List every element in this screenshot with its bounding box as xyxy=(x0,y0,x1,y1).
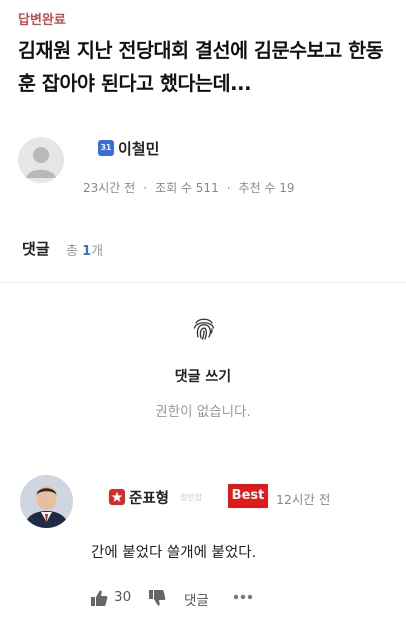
ruling-party-badge-icon xyxy=(109,489,125,505)
comments-header: 댓글 xyxy=(22,240,50,258)
comments-count-prefix: 총 xyxy=(66,244,83,259)
meta-separator: · xyxy=(143,181,148,195)
comment-avatar[interactable] xyxy=(20,475,73,528)
comments-count-suffix: 개 xyxy=(91,244,104,259)
post-title: 김재원 지난 전당대회 결선에 김문수보고 한동훈 잡아야 된다고 했다는데..… xyxy=(18,39,384,95)
author-name[interactable]: 이철민 xyxy=(118,138,159,159)
comment-item: 준표형 정반합 Best 12시간 전 간에 붙었다 쓸개에 붙었다. 30 댓… xyxy=(20,475,400,615)
comment-author-sub: 정반합 xyxy=(180,493,203,502)
status-tag: 답변완료 xyxy=(18,13,66,28)
post-time: 23시간 전 xyxy=(83,181,136,195)
comments-count-number: 1 xyxy=(82,244,92,259)
write-comment-label: 댓글 쓰기 xyxy=(174,369,232,385)
comment-text: 간에 붙었다 쓸개에 붙었다. xyxy=(91,545,257,561)
level-badge: 31 xyxy=(98,140,114,156)
no-permission-message: 권한이 없습니다. xyxy=(155,404,251,420)
like-count: 30 xyxy=(114,589,132,605)
view-count: 조회 수 511 xyxy=(155,181,219,195)
divider xyxy=(0,282,406,283)
thumbs-down-icon[interactable] xyxy=(148,589,166,607)
avatar[interactable] xyxy=(18,137,64,183)
default-avatar-icon xyxy=(26,147,56,178)
recommend-count: 추천 수 19 xyxy=(238,181,295,195)
best-badge: Best xyxy=(228,484,268,508)
thumbs-up-icon[interactable] xyxy=(90,589,108,607)
post-meta: 23시간 전 · 조회 수 511 · 추천 수 19 xyxy=(83,179,295,196)
meta-separator: · xyxy=(226,181,231,195)
comments-count: 총 1개 xyxy=(66,240,103,259)
comment-write-box[interactable]: 댓글 쓰기 권한이 없습니다. xyxy=(0,300,406,430)
reply-button[interactable]: 댓글 xyxy=(184,589,209,609)
comment-time: 12시간 전 xyxy=(276,492,331,507)
author-row: 31 이철민 23시간 전 · 조회 수 511 · 추천 수 19 xyxy=(18,137,398,197)
profile-photo-icon xyxy=(20,475,73,528)
comment-author[interactable]: 준표형 xyxy=(129,487,169,508)
fingerprint-icon xyxy=(193,318,215,340)
more-options-icon[interactable] xyxy=(232,590,254,604)
